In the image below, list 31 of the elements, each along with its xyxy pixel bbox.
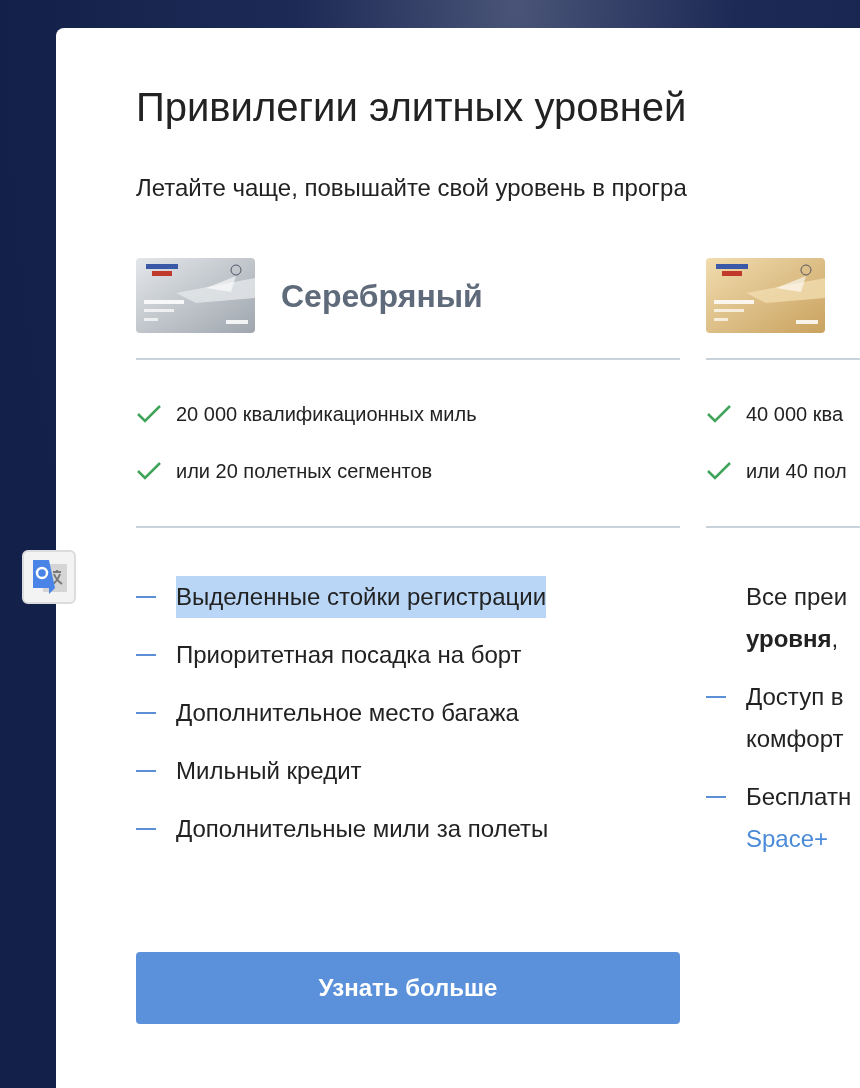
requirement-text: 40 000 ква [746, 402, 843, 427]
dash-icon [136, 654, 156, 656]
benefit-text: Доступ в [746, 682, 844, 712]
benefit-text: Мильный кредит [176, 756, 362, 786]
learn-more-button[interactable]: Узнать больше [136, 952, 680, 1024]
benefit-text: Бесплатн [746, 782, 852, 812]
benefit-text: Все преи [746, 582, 848, 612]
check-icon [706, 404, 732, 424]
page-title: Привилегии элитных уровней [136, 84, 687, 131]
benefit-text: Дополнительные мили за полеты [176, 814, 549, 844]
page-subtitle: Летайте чаще, повышайте свой уровень в програ [136, 173, 687, 203]
benefit-link[interactable]: Space+ [746, 818, 829, 860]
check-icon [136, 461, 162, 481]
requirement-text: 20 000 квалификационных миль [176, 402, 477, 427]
requirement-text: или 40 пол [746, 459, 847, 484]
benefit-text: Приоритетная посадка на борт [176, 640, 522, 670]
dash-icon [136, 596, 156, 598]
dash-icon [706, 696, 726, 698]
dash-icon [706, 796, 726, 798]
benefit-text: комфорт [746, 724, 844, 754]
requirement-text: или 20 полетных сегментов [176, 459, 433, 484]
dash-icon [136, 770, 156, 772]
dash-icon [136, 828, 156, 830]
check-icon [706, 461, 732, 481]
check-icon [136, 404, 162, 424]
translate-icon[interactable] [22, 550, 76, 604]
benefit-text: Дополнительное место багажа [176, 698, 519, 728]
tier-name: Серебряный [281, 276, 483, 316]
dash-icon [136, 712, 156, 714]
benefit-text: Выделенные стойки регистрации [176, 576, 547, 618]
benefit-text: уровня, [746, 624, 839, 654]
